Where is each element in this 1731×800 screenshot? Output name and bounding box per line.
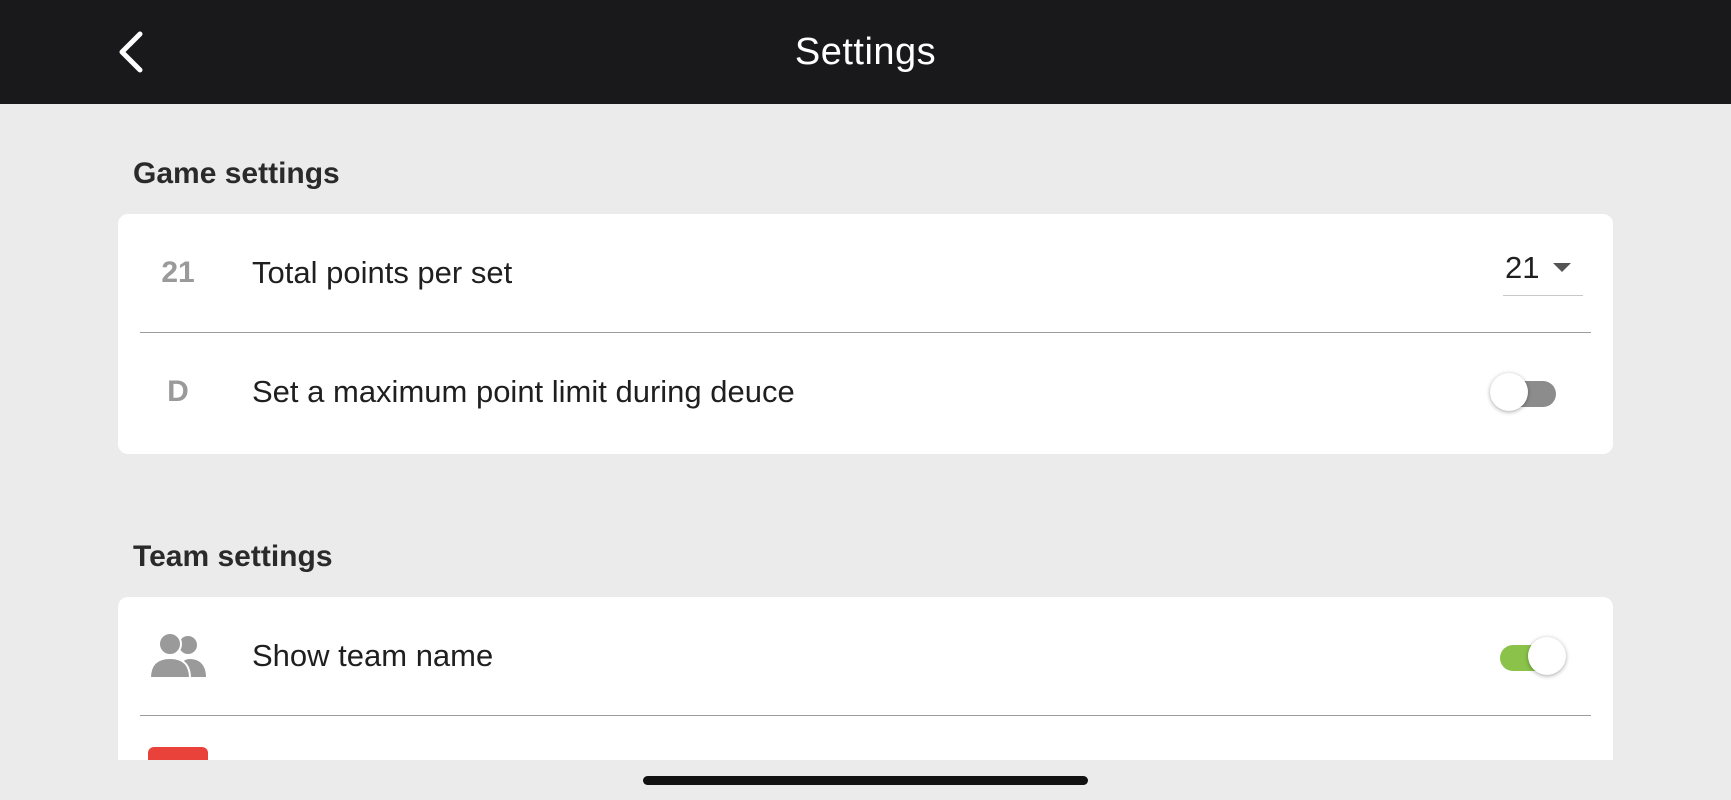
back-button[interactable] xyxy=(108,26,154,78)
total-points-select[interactable]: 21 xyxy=(1503,240,1583,296)
points-icon: 21 xyxy=(161,256,195,289)
caret-down-icon xyxy=(1553,263,1571,272)
deuce-limit-toggle[interactable] xyxy=(1490,370,1560,414)
deuce-icon: D xyxy=(167,375,189,408)
page-title: Settings xyxy=(794,31,937,73)
top-app-bar: Settings xyxy=(0,0,1731,104)
toggle-thumb xyxy=(1528,637,1566,675)
game-settings-card: 21 Total points per set 21 D Set a maxim… xyxy=(118,214,1613,454)
team-settings-card: Show team name xyxy=(118,597,1613,760)
total-points-row: 21 Total points per set 21 xyxy=(118,214,1613,332)
game-settings-heading: Game settings xyxy=(133,157,340,190)
show-team-name-toggle[interactable] xyxy=(1496,634,1566,678)
people-icon xyxy=(146,597,210,715)
deuce-limit-label: Set a maximum point limit during deuce xyxy=(252,374,795,409)
divider xyxy=(140,715,1591,716)
toggle-thumb xyxy=(1490,373,1528,411)
show-team-name-label: Show team name xyxy=(252,638,494,673)
total-points-label: Total points per set xyxy=(252,255,513,290)
deuce-limit-row: D Set a maximum point limit during deuce xyxy=(118,333,1613,451)
chevron-left-icon xyxy=(119,31,143,73)
color-swatch-icon xyxy=(148,747,208,760)
home-indicator xyxy=(643,776,1088,785)
show-team-name-row: Show team name xyxy=(118,597,1613,715)
total-points-value: 21 xyxy=(1505,250,1540,285)
team-settings-heading: Team settings xyxy=(133,540,333,573)
